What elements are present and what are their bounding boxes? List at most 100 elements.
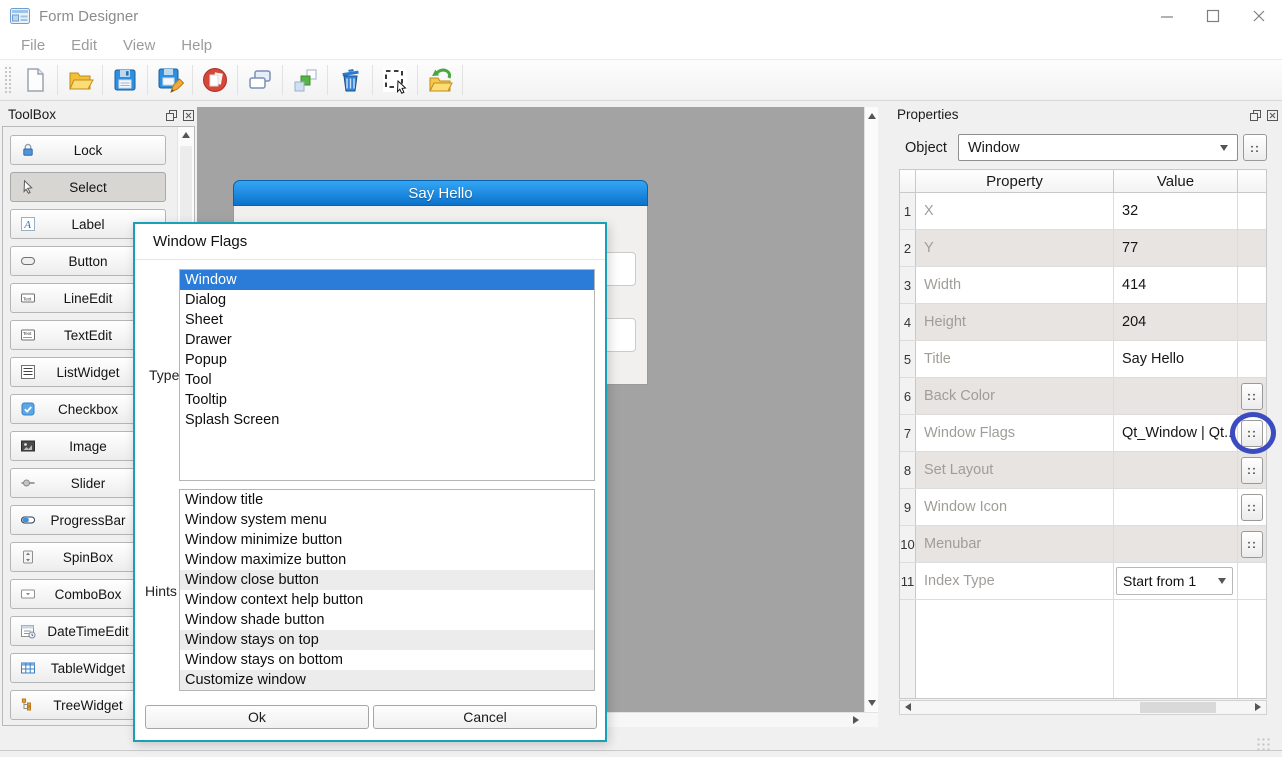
toolbar-button-import[interactable] (420, 62, 460, 98)
window-controls (1144, 0, 1282, 32)
hint-option-window-title[interactable]: Window title (180, 490, 594, 510)
toolbar-button-close-project[interactable] (195, 62, 235, 98)
hint-option-window-close-button[interactable]: Window close button (180, 570, 594, 590)
editor-cell (1238, 304, 1266, 340)
scroll-left-icon[interactable] (901, 701, 915, 713)
window-type-list[interactable]: WindowDialogSheetDrawerPopupToolTooltipS… (179, 269, 595, 481)
close-button[interactable] (1236, 0, 1282, 32)
type-option-dialog[interactable]: Dialog (180, 290, 594, 310)
toolbox-item-select[interactable]: Select (10, 172, 166, 202)
row-number: 9 (900, 489, 916, 525)
lineedit-icon: Text (20, 290, 36, 306)
toolbar-separator (462, 65, 463, 95)
property-name: Window Icon (916, 489, 1114, 525)
close-panel-icon[interactable] (1266, 109, 1278, 121)
ok-button[interactable]: Ok (145, 705, 369, 729)
close-panel-icon[interactable] (182, 109, 194, 121)
hint-option-window-stays-on-bottom[interactable]: Window stays on bottom (180, 650, 594, 670)
editor-button-window-icon[interactable]: :: (1241, 494, 1263, 521)
window-hints-list[interactable]: Window titleWindow system menuWindow min… (179, 489, 595, 691)
toolbar-button-open[interactable] (60, 62, 100, 98)
editor-button-set-layout[interactable]: :: (1241, 457, 1263, 484)
type-label: Type (149, 367, 179, 383)
scroll-up-icon[interactable] (865, 110, 879, 122)
menu-item-view[interactable]: View (110, 37, 168, 54)
toolbar-button-save-as[interactable] (150, 62, 190, 98)
toolbox-item-label: TreeWidget (53, 698, 122, 713)
toolbox-item-label: Button (68, 254, 107, 269)
property-name: Width (916, 267, 1114, 303)
type-option-splash-screen[interactable]: Splash Screen (180, 410, 594, 430)
cancel-button[interactable]: Cancel (373, 705, 597, 729)
hint-option-window-stays-on-top[interactable]: Window stays on top (180, 630, 594, 650)
type-option-window[interactable]: Window (180, 270, 594, 290)
type-option-sheet[interactable]: Sheet (180, 310, 594, 330)
save-as-icon (156, 66, 184, 94)
float-panel-icon[interactable] (1249, 109, 1261, 121)
close-project-icon (201, 66, 229, 94)
hint-option-customize-window[interactable]: Customize window (180, 670, 594, 690)
hint-option-window-context-help-button[interactable]: Window context help button (180, 590, 594, 610)
object-label: Object (905, 140, 947, 156)
chevron-down-icon (1218, 578, 1226, 584)
float-panel-icon[interactable] (165, 109, 177, 121)
toolbar-button-select-region[interactable] (375, 62, 415, 98)
maximize-button[interactable] (1190, 0, 1236, 32)
window-resize-grip[interactable] (1256, 737, 1270, 751)
toolbar-button-new[interactable] (15, 62, 55, 98)
object-more-button[interactable]: :: (1243, 134, 1267, 161)
textedit-icon: Text (20, 327, 36, 343)
property-row-width: 3Width414 (900, 267, 1266, 304)
properties-table-header: Property Value (900, 170, 1266, 193)
svg-text:Text: Text (23, 296, 32, 301)
type-option-drawer[interactable]: Drawer (180, 330, 594, 350)
type-option-tool[interactable]: Tool (180, 370, 594, 390)
scroll-right-icon[interactable] (849, 714, 863, 726)
menu-item-help[interactable]: Help (168, 37, 225, 54)
datetimeedit-icon (20, 623, 36, 639)
canvas-vertical-scrollbar[interactable] (864, 107, 878, 712)
property-row-back-color: 6Back Color:: (900, 378, 1266, 415)
properties-horizontal-scrollbar[interactable] (899, 700, 1267, 715)
editor-cell (1238, 341, 1266, 377)
toolbar-button-copy[interactable] (240, 62, 280, 98)
hint-option-window-shade-button[interactable]: Window shade button (180, 610, 594, 630)
property-value: 77 (1114, 230, 1238, 266)
property-value: Start from 1 (1114, 563, 1238, 599)
toolbar-button-save[interactable] (105, 62, 145, 98)
toolbar-button-paste[interactable] (285, 62, 325, 98)
properties-table: Property Value 1X322Y773Width4144Height2… (899, 169, 1267, 699)
minimize-button[interactable] (1144, 0, 1190, 32)
scroll-right-icon[interactable] (1251, 701, 1265, 713)
object-dropdown[interactable]: Window (958, 134, 1238, 161)
scroll-down-icon[interactable] (865, 697, 879, 709)
label-icon: A (20, 216, 36, 232)
toolbox-item-lock[interactable]: Lock (10, 135, 166, 165)
toolbar-button-delete[interactable] (330, 62, 370, 98)
menu-item-edit[interactable]: Edit (58, 37, 110, 54)
hint-option-window-minimize-button[interactable]: Window minimize button (180, 530, 594, 550)
corner-header-cell (900, 170, 916, 192)
toolbar-grip-handle[interactable] (4, 66, 11, 94)
type-option-tooltip[interactable]: Tooltip (180, 390, 594, 410)
scroll-up-icon[interactable] (179, 129, 193, 141)
property-value: Say Hello (1114, 341, 1238, 377)
toolbar-separator (282, 65, 283, 95)
hint-option-window-maximize-button[interactable]: Window maximize button (180, 550, 594, 570)
type-option-popup[interactable]: Popup (180, 350, 594, 370)
index-type-dropdown[interactable]: Start from 1 (1116, 567, 1233, 595)
toolbar-separator (417, 65, 418, 95)
hint-option-window-system-menu[interactable]: Window system menu (180, 510, 594, 530)
editor-button-menubar[interactable]: :: (1241, 531, 1263, 558)
property-row-set-layout: 8Set Layout:: (900, 452, 1266, 489)
toolbar-separator (57, 65, 58, 95)
toolbox-panel-buttons (165, 109, 194, 121)
editor-cell: :: (1238, 378, 1266, 414)
svg-text:Text: Text (23, 331, 32, 336)
treewidget-icon (20, 697, 36, 713)
editor-button-window-flags[interactable]: :: (1241, 420, 1263, 447)
properties-scrollbar-thumb[interactable] (1140, 702, 1216, 713)
editor-button-back-color[interactable]: :: (1241, 383, 1263, 410)
menu-item-file[interactable]: File (8, 37, 58, 54)
window-bottom-edge (0, 750, 1282, 751)
